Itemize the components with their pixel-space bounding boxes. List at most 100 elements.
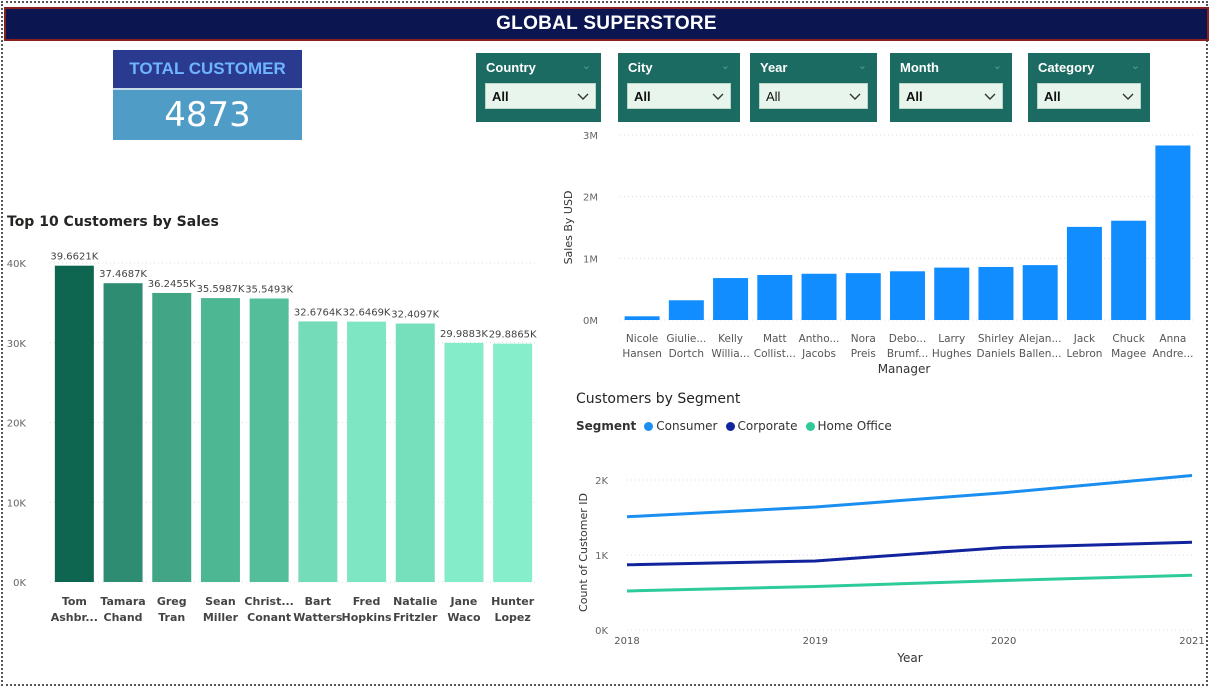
bar bbox=[934, 267, 970, 320]
bar bbox=[103, 283, 143, 582]
x-tick-label: Miller bbox=[203, 611, 239, 624]
x-tick-label: Debo... bbox=[889, 333, 926, 345]
top-customers-chart: 0K 10K 20K 30K 40K 39.6621K Tom Ashbr... 37.4687… bbox=[7, 252, 537, 624]
x-tick-label: Ashbr... bbox=[51, 611, 98, 624]
chevron-down-icon bbox=[1122, 93, 1134, 100]
x-tick-label: Nora bbox=[851, 333, 876, 345]
y-tick-label: 1K bbox=[595, 551, 608, 562]
x-tick-label: Bart bbox=[305, 595, 332, 608]
legend-corporate[interactable]: Corporate bbox=[738, 419, 798, 433]
x-tick-label: Hunter bbox=[491, 595, 535, 608]
country-dropdown[interactable]: All bbox=[485, 83, 596, 109]
collapse-chevron-icon[interactable]: ⌄ bbox=[721, 59, 730, 72]
kpi-value: 4873 bbox=[113, 88, 302, 140]
segment-chart-title: Customers by Segment bbox=[576, 391, 741, 407]
bar bbox=[713, 278, 749, 320]
manager-sales-chart: 0M 1M 2M 3M Sales By USD Nicole Hansen Giulie..… bbox=[562, 131, 1195, 376]
data-label: 39.6621K bbox=[50, 252, 98, 263]
x-tick-label: Conant bbox=[247, 611, 291, 624]
x-tick-label: Hansen bbox=[622, 348, 662, 360]
total-customer-card: TOTAL CUSTOMER 4873 bbox=[113, 50, 302, 140]
corporate-line bbox=[626, 540, 1193, 567]
data-label: 29.9883K bbox=[440, 329, 488, 340]
chevron-down-icon bbox=[849, 93, 861, 100]
x-tick-label: Dortch bbox=[669, 348, 704, 360]
segment-line-chart: 0K 1K 2K Count of Customer ID 2018 2019 2020 20… bbox=[577, 474, 1205, 665]
x-tick-label: Alejan... bbox=[1019, 333, 1062, 345]
slicer-label: Year bbox=[760, 60, 788, 75]
x-tick-label: 2021 bbox=[1179, 636, 1204, 647]
data-label: 32.6469K bbox=[343, 308, 391, 319]
x-tick-label: Ballen... bbox=[1019, 348, 1062, 360]
dropdown-value: All bbox=[906, 88, 923, 104]
y-tick-label: 2M bbox=[583, 193, 598, 204]
chevron-down-icon bbox=[984, 93, 996, 100]
bar bbox=[249, 298, 289, 582]
slicer-label: Month bbox=[900, 60, 939, 75]
consumer-legend-dot bbox=[644, 421, 654, 431]
top-customers-title: Top 10 Customers by Sales bbox=[7, 214, 219, 230]
x-tick-label: Watters bbox=[293, 611, 343, 624]
x-tick-label: Larry bbox=[938, 333, 965, 345]
bar bbox=[395, 323, 435, 582]
x-tick-label: Willia... bbox=[711, 348, 749, 360]
slicer-month: Month ⌄ All bbox=[890, 53, 1012, 122]
data-label: 32.6764K bbox=[294, 307, 342, 318]
data-label: 35.5493K bbox=[245, 284, 293, 295]
bar bbox=[1111, 220, 1147, 320]
year-dropdown[interactable]: All bbox=[759, 83, 868, 109]
x-tick-label: Hopkins bbox=[341, 611, 392, 624]
y-tick-label: 20K bbox=[7, 419, 27, 430]
legend-consumer[interactable]: Consumer bbox=[656, 419, 717, 433]
category-dropdown[interactable]: All bbox=[1037, 83, 1141, 109]
collapse-chevron-icon[interactable]: ⌄ bbox=[582, 59, 591, 72]
bar bbox=[624, 316, 660, 320]
slicer-label: City bbox=[628, 60, 653, 75]
bar bbox=[978, 266, 1014, 320]
collapse-chevron-icon[interactable]: ⌄ bbox=[1131, 59, 1140, 72]
segment-legend: Segment Consumer Corporate Home Office bbox=[576, 419, 892, 433]
slicer-category: Category ⌄ All bbox=[1028, 53, 1150, 122]
x-tick-label: Preis bbox=[851, 348, 876, 360]
legend-home-office[interactable]: Home Office bbox=[818, 419, 892, 433]
x-tick-label: Magee bbox=[1111, 348, 1146, 360]
x-tick-label: Antho... bbox=[799, 333, 840, 345]
data-label: 37.4687K bbox=[99, 269, 147, 280]
dropdown-value: All bbox=[766, 88, 781, 104]
y-tick-label: 3M bbox=[583, 131, 598, 142]
x-tick-label: Lebron bbox=[1066, 348, 1102, 360]
city-dropdown[interactable]: All bbox=[627, 83, 731, 109]
x-tick-label: Tran bbox=[158, 611, 185, 624]
collapse-chevron-icon[interactable]: ⌄ bbox=[993, 59, 1002, 72]
x-tick-label: 2019 bbox=[803, 636, 828, 647]
chevron-down-icon bbox=[577, 93, 589, 100]
bar bbox=[1066, 226, 1102, 320]
x-tick-label: Waco bbox=[447, 611, 481, 624]
slicer-year: Year ⌄ All bbox=[750, 53, 877, 122]
x-tick-label: Fritzler bbox=[393, 611, 438, 624]
x-axis-label: Year bbox=[896, 651, 922, 665]
collapse-chevron-icon[interactable]: ⌄ bbox=[858, 59, 867, 72]
x-tick-label: 2018 bbox=[614, 636, 639, 647]
bar bbox=[200, 298, 240, 582]
month-dropdown[interactable]: All bbox=[899, 83, 1003, 109]
chevron-down-icon bbox=[712, 93, 724, 100]
x-tick-label: Kelly bbox=[718, 333, 743, 345]
y-tick-label: 0M bbox=[583, 316, 598, 327]
y-tick-label: 30K bbox=[7, 339, 27, 350]
slicer-country: Country ⌄ All bbox=[476, 53, 601, 122]
y-tick-label: 0K bbox=[13, 578, 26, 589]
bar bbox=[152, 292, 192, 582]
x-tick-label: Tamara bbox=[100, 595, 145, 608]
x-tick-label: Hughes bbox=[932, 348, 972, 360]
consumer-line bbox=[626, 474, 1193, 519]
y-axis-label: Count of Customer ID bbox=[577, 493, 590, 612]
bar bbox=[801, 273, 837, 320]
data-label: 36.2455K bbox=[148, 279, 196, 290]
x-tick-label: Jacobs bbox=[801, 348, 836, 360]
y-axis-label: Sales By USD bbox=[562, 191, 575, 265]
slicer-label: Country bbox=[486, 60, 536, 75]
bar bbox=[444, 342, 484, 582]
bar bbox=[757, 274, 793, 320]
bar bbox=[668, 300, 704, 320]
